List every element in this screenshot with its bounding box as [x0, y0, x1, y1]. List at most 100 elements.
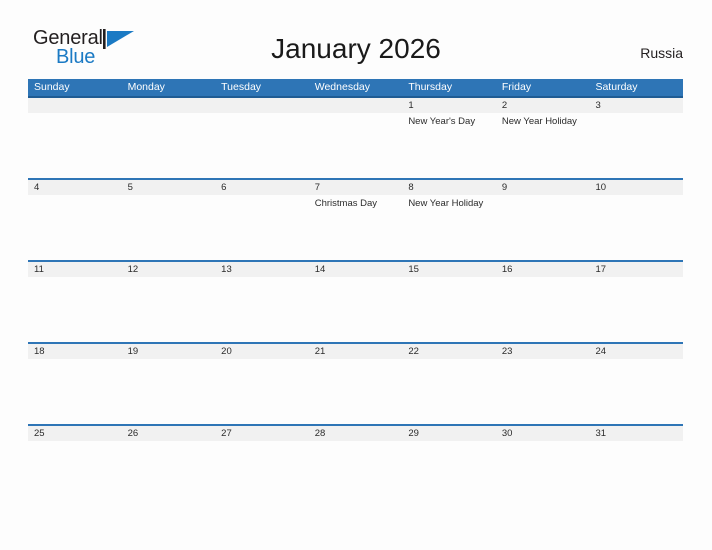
day-number[interactable]: 14	[309, 262, 403, 277]
day-cell[interactable]	[122, 359, 216, 424]
day-cell	[215, 113, 309, 178]
calendar-grid: Sunday Monday Tuesday Wednesday Thursday Frid…	[28, 79, 683, 506]
day-cell[interactable]	[309, 277, 403, 342]
day-cell[interactable]	[122, 441, 216, 506]
date-number-band: 25 26 27 28 29 30 31	[28, 426, 683, 441]
day-number[interactable]: 5	[122, 180, 216, 195]
day-number[interactable]: 17	[589, 262, 683, 277]
day-number-empty	[122, 98, 216, 113]
event-band: Christmas Day New Year Holiday	[28, 195, 683, 260]
day-cell[interactable]: Christmas Day	[309, 195, 403, 260]
day-cell[interactable]	[309, 441, 403, 506]
day-cell[interactable]	[28, 195, 122, 260]
day-number[interactable]: 11	[28, 262, 122, 277]
day-cell	[28, 113, 122, 178]
day-number[interactable]: 24	[589, 344, 683, 359]
day-cell[interactable]	[122, 195, 216, 260]
day-cell[interactable]: New Year Holiday	[402, 195, 496, 260]
day-number-empty	[215, 98, 309, 113]
week-row: 18 19 20 21 22 23 24	[28, 342, 683, 424]
day-number[interactable]: 22	[402, 344, 496, 359]
day-cell[interactable]	[496, 441, 590, 506]
weekday-header-thursday: Thursday	[408, 81, 453, 93]
week-row: 1 2 3 New Year's Day New Year Holiday	[28, 98, 683, 178]
day-number[interactable]: 16	[496, 262, 590, 277]
day-number[interactable]: 3	[589, 98, 683, 113]
day-number[interactable]: 15	[402, 262, 496, 277]
day-number[interactable]: 30	[496, 426, 590, 441]
day-cell[interactable]	[589, 359, 683, 424]
day-cell[interactable]	[589, 195, 683, 260]
day-number[interactable]: 13	[215, 262, 309, 277]
day-number[interactable]: 28	[309, 426, 403, 441]
weekday-header-row: Sunday Monday Tuesday Wednesday Thursday Frid…	[28, 79, 683, 98]
day-cell[interactable]	[28, 441, 122, 506]
event-band	[28, 359, 683, 424]
page-header: General Blue January 2026 Russia	[0, 0, 712, 78]
day-number-empty	[28, 98, 122, 113]
date-number-band: 123	[28, 98, 683, 113]
day-number[interactable]: 29	[402, 426, 496, 441]
day-cell[interactable]: New Year's Day	[402, 113, 496, 178]
holiday-event: Christmas Day	[314, 198, 378, 209]
weekday-header-sunday: Sunday	[34, 81, 70, 93]
holiday-event: New Year Holiday	[501, 116, 577, 127]
day-number[interactable]: 8	[402, 180, 496, 195]
day-number[interactable]: 2	[496, 98, 590, 113]
day-number[interactable]: 6	[215, 180, 309, 195]
page-title: January 2026	[271, 33, 441, 64]
day-cell[interactable]: New Year Holiday	[496, 113, 590, 178]
day-cell[interactable]	[402, 441, 496, 506]
day-number[interactable]: 7	[309, 180, 403, 195]
weekday-header-saturday: Saturday	[595, 81, 638, 93]
day-cell[interactable]	[496, 359, 590, 424]
day-cell[interactable]	[122, 277, 216, 342]
day-number-empty	[309, 98, 403, 113]
day-number[interactable]: 10	[589, 180, 683, 195]
day-cell[interactable]	[496, 277, 590, 342]
date-number-band: 18 19 20 21 22 23 24	[28, 344, 683, 359]
region-label: Russia	[640, 45, 683, 61]
day-cell[interactable]	[215, 359, 309, 424]
day-number[interactable]: 21	[309, 344, 403, 359]
date-number-band: 4 5 6 7 8 9 10	[28, 180, 683, 195]
day-number[interactable]: 25	[28, 426, 122, 441]
day-cell[interactable]	[589, 441, 683, 506]
weekday-header-friday: Friday	[501, 81, 532, 93]
weekday-header-tuesday: Tuesday	[221, 81, 262, 93]
day-number[interactable]: 18	[28, 344, 122, 359]
day-number[interactable]: 26	[122, 426, 216, 441]
weekday-header-monday: Monday	[127, 81, 165, 93]
week-row: 4 5 6 7 8 9 10 Christmas Day New Year Holiday	[28, 178, 683, 260]
day-number[interactable]: 27	[215, 426, 309, 441]
holiday-event: New Year's Day	[408, 116, 476, 127]
day-number[interactable]: 20	[215, 344, 309, 359]
day-number[interactable]: 19	[122, 344, 216, 359]
day-cell[interactable]	[309, 359, 403, 424]
day-cell[interactable]	[215, 277, 309, 342]
day-number[interactable]: 9	[496, 180, 590, 195]
event-band	[28, 277, 683, 342]
date-number-band: 11 12 13 14 15 16 17	[28, 262, 683, 277]
day-cell[interactable]	[215, 195, 309, 260]
day-cell[interactable]	[215, 441, 309, 506]
day-number[interactable]: 4	[28, 180, 122, 195]
day-number[interactable]: 23	[496, 344, 590, 359]
day-number[interactable]: 12	[122, 262, 216, 277]
day-cell[interactable]	[589, 277, 683, 342]
week-row: 25 26 27 28 29 30 31	[28, 424, 683, 506]
day-cell[interactable]	[589, 113, 683, 178]
week-row: 11 12 13 14 15 16 17	[28, 260, 683, 342]
day-number[interactable]: 1	[402, 98, 496, 113]
day-number[interactable]: 31	[589, 426, 683, 441]
day-cell	[309, 113, 403, 178]
day-cell[interactable]	[28, 359, 122, 424]
day-cell[interactable]	[402, 359, 496, 424]
day-cell	[122, 113, 216, 178]
holiday-event: New Year Holiday	[408, 198, 484, 209]
event-band: New Year's Day New Year Holiday	[28, 113, 683, 178]
day-cell[interactable]	[28, 277, 122, 342]
day-cell[interactable]	[402, 277, 496, 342]
calendar-page: General Blue January 2026 Russia Sunday M…	[0, 0, 712, 550]
day-cell[interactable]	[496, 195, 590, 260]
